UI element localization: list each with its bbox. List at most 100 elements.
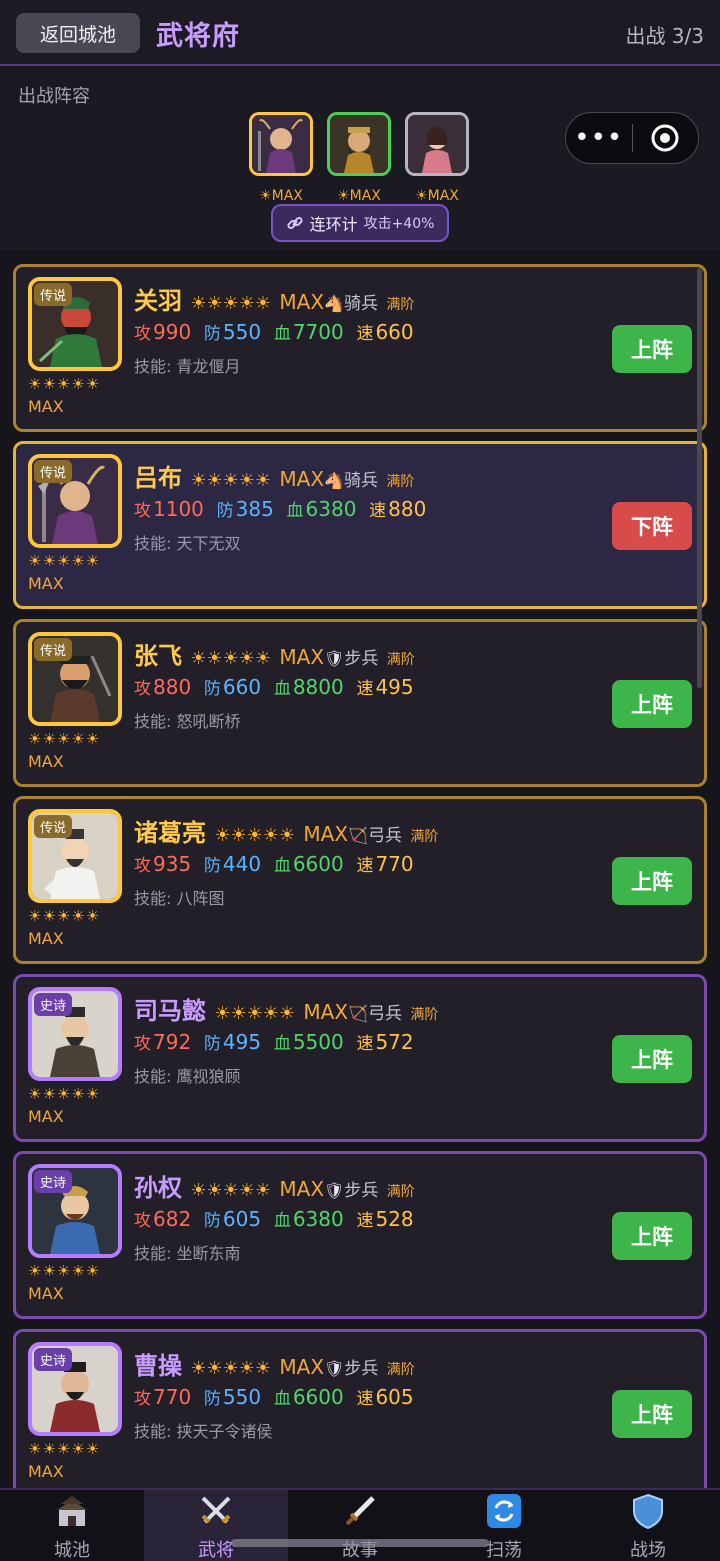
lineup-slot-3[interactable] bbox=[405, 112, 469, 176]
general-portrait[interactable]: 传说 bbox=[28, 632, 122, 726]
spd-value: 495 bbox=[375, 675, 414, 699]
nav-sweep[interactable]: 扫荡 bbox=[432, 1490, 576, 1561]
more-menu-icon[interactable]: ••• bbox=[566, 112, 632, 164]
skill-text: 技能: 怒吼断桥 bbox=[134, 712, 241, 731]
stage-badge: 满阶 bbox=[386, 1184, 415, 1200]
nav-city[interactable]: 城池 bbox=[0, 1490, 144, 1561]
general-name-line: 司马懿 ☀☀☀☀☀ MAX🏹弓兵 满阶 bbox=[134, 991, 438, 1026]
rarity-badge: 传说 bbox=[34, 283, 73, 306]
combo-effect: 攻击+40% bbox=[363, 216, 435, 232]
atk-label: 攻 bbox=[134, 1389, 151, 1409]
stage-badge: 满阶 bbox=[410, 829, 439, 845]
slot-level-3: ☀MAX bbox=[415, 188, 459, 204]
general-name-line: 诸葛亮 ☀☀☀☀☀ MAX🏹弓兵 满阶 bbox=[134, 813, 438, 848]
name-stars: ☀☀☀☀☀ bbox=[214, 825, 296, 846]
troop-type-icon: 🏹 bbox=[348, 826, 368, 845]
spd-label: 速 bbox=[356, 679, 374, 699]
general-card[interactable]: 史诗 ☀☀☀☀☀ MAX 曹操 ☀☀☀☀☀ MAX🛡步兵 满阶攻 770 防 550 血6… bbox=[13, 1329, 707, 1497]
rarity-badge: 传说 bbox=[34, 460, 73, 483]
deploy-button[interactable]: 上阵 bbox=[612, 1212, 692, 1260]
name-level: MAX bbox=[279, 1355, 325, 1379]
name-stars: ☀☀☀☀☀ bbox=[190, 648, 272, 669]
def-value: 440 bbox=[222, 852, 262, 876]
def-label: 防 bbox=[203, 1034, 221, 1054]
star-rating: ☀☀☀☀☀ bbox=[28, 375, 101, 393]
general-name-line: 关羽 ☀☀☀☀☀ MAX🐴骑兵 满阶 bbox=[134, 281, 414, 316]
atk-value: 880 bbox=[153, 675, 192, 699]
general-card[interactable]: 传说 ☀☀☀☀☀ MAX 关羽 ☀☀☀☀☀ MAX🐴骑兵 满阶攻 990 防 550 血7… bbox=[13, 264, 707, 432]
list-scrollbar[interactable] bbox=[697, 268, 702, 688]
home-indicator bbox=[231, 1539, 489, 1547]
slot-level-1: ☀MAX bbox=[259, 188, 303, 204]
nav-generals[interactable]: 武将 bbox=[144, 1490, 288, 1561]
hp-value: 6600 bbox=[292, 852, 344, 876]
withdraw-button[interactable]: 下阵 bbox=[612, 502, 692, 550]
back-to-city-button[interactable]: 返回城池 bbox=[16, 13, 140, 53]
stat-line: 攻 770 防 550 血 6600 速 605 bbox=[134, 1384, 414, 1409]
name-stars: ☀☀☀☀☀ bbox=[190, 470, 272, 491]
general-portrait[interactable]: 史诗 bbox=[28, 1164, 122, 1258]
general-card[interactable]: 传说 ☀☀☀☀☀ MAX 张飞 ☀☀☀☀☀ MAX🛡步兵 满阶攻 880 防 660 血8… bbox=[13, 619, 707, 787]
general-name: 张飞 bbox=[134, 642, 182, 670]
stat-line: 攻 1100 防 385 血 6380 速 880 bbox=[134, 496, 426, 521]
atk-label: 攻 bbox=[134, 324, 151, 344]
level-max: MAX bbox=[28, 1462, 64, 1481]
hp-label: 血 bbox=[273, 324, 291, 344]
name-stars: ☀☀☀☀☀ bbox=[190, 1180, 272, 1201]
general-portrait[interactable]: 史诗 bbox=[28, 1342, 122, 1436]
deploy-button[interactable]: 上阵 bbox=[612, 680, 692, 728]
general-portrait[interactable]: 传说 bbox=[28, 277, 122, 371]
deploy-count: 出战 3/3 bbox=[625, 24, 704, 48]
spd-value: 880 bbox=[388, 497, 427, 521]
lineup-slot-2[interactable] bbox=[327, 112, 391, 176]
general-card[interactable]: 传说 ☀☀☀☀☀ MAX 吕布 ☀☀☀☀☀ MAX🐴骑兵 满阶攻 1100 防 385 血… bbox=[13, 441, 707, 609]
general-portrait[interactable]: 传说 bbox=[28, 454, 122, 548]
lubu-portrait-icon bbox=[252, 115, 310, 173]
target-icon bbox=[651, 124, 679, 152]
hp-value: 6600 bbox=[292, 1385, 344, 1409]
nav-label: 扫荡 bbox=[486, 1540, 522, 1561]
lineup-panel: 出战阵容 ☀MAX ☀MAX ☀MAX 连环计 攻击+40% ••• bbox=[0, 68, 720, 250]
deploy-button[interactable]: 上阵 bbox=[612, 857, 692, 905]
bottom-nav: 城池 武将 故事 扫荡 战场 bbox=[0, 1488, 720, 1561]
skill-text: 技能: 青龙偃月 bbox=[134, 357, 241, 376]
general-name: 诸葛亮 bbox=[134, 819, 206, 847]
close-program-button[interactable] bbox=[633, 123, 699, 153]
troop-type: 弓兵 bbox=[367, 1004, 402, 1024]
level-max: MAX bbox=[28, 574, 64, 593]
combo-name: 连环计 bbox=[309, 215, 358, 234]
rarity-badge: 传说 bbox=[34, 638, 73, 661]
deploy-button[interactable]: 上阵 bbox=[612, 1390, 692, 1438]
star-rating: ☀☀☀☀☀ bbox=[28, 1440, 101, 1458]
troop-type: 步兵 bbox=[344, 1359, 379, 1379]
general-portrait[interactable]: 传说 bbox=[28, 809, 122, 903]
hp-label: 血 bbox=[273, 1211, 291, 1231]
troop-type: 步兵 bbox=[344, 649, 379, 669]
deploy-button[interactable]: 上阵 bbox=[612, 325, 692, 373]
general-portrait-icon bbox=[330, 115, 388, 173]
lineup-slot-1[interactable] bbox=[249, 112, 313, 176]
page-title: 武将府 bbox=[156, 21, 240, 52]
general-card[interactable]: 传说 ☀☀☀☀☀ MAX 诸葛亮 ☀☀☀☀☀ MAX🏹弓兵 满阶攻 935 防 440 血… bbox=[13, 796, 707, 964]
name-level: MAX bbox=[279, 290, 325, 314]
atk-value: 792 bbox=[153, 1030, 192, 1054]
def-value: 605 bbox=[222, 1207, 262, 1231]
general-card[interactable]: 史诗 ☀☀☀☀☀ MAX 司马懿 ☀☀☀☀☀ MAX🏹弓兵 满阶攻 792 防 495 血… bbox=[13, 974, 707, 1142]
general-card[interactable]: 史诗 ☀☀☀☀☀ MAX 孙权 ☀☀☀☀☀ MAX🛡步兵 满阶攻 682 防 605 血6… bbox=[13, 1151, 707, 1319]
deploy-button[interactable]: 上阵 bbox=[612, 1035, 692, 1083]
nav-label: 战场 bbox=[630, 1540, 666, 1561]
nav-story[interactable]: 故事 bbox=[288, 1490, 432, 1561]
nav-battlefield[interactable]: 战场 bbox=[576, 1490, 720, 1561]
spd-value: 572 bbox=[375, 1030, 414, 1054]
spd-label: 速 bbox=[356, 1034, 374, 1054]
name-level: MAX bbox=[279, 1177, 325, 1201]
hp-value: 8800 bbox=[292, 675, 344, 699]
top-bar: 返回城池 武将府 出战 3/3 bbox=[0, 0, 720, 66]
general-name: 关羽 bbox=[134, 287, 182, 315]
stat-line: 攻 935 防 440 血 6600 速 770 bbox=[134, 851, 414, 876]
spd-label: 速 bbox=[356, 324, 374, 344]
general-portrait[interactable]: 史诗 bbox=[28, 987, 122, 1081]
level-max: MAX bbox=[28, 929, 64, 948]
combo-bonus-tag[interactable]: 连环计 攻击+40% bbox=[271, 204, 449, 242]
def-value: 495 bbox=[222, 1030, 262, 1054]
